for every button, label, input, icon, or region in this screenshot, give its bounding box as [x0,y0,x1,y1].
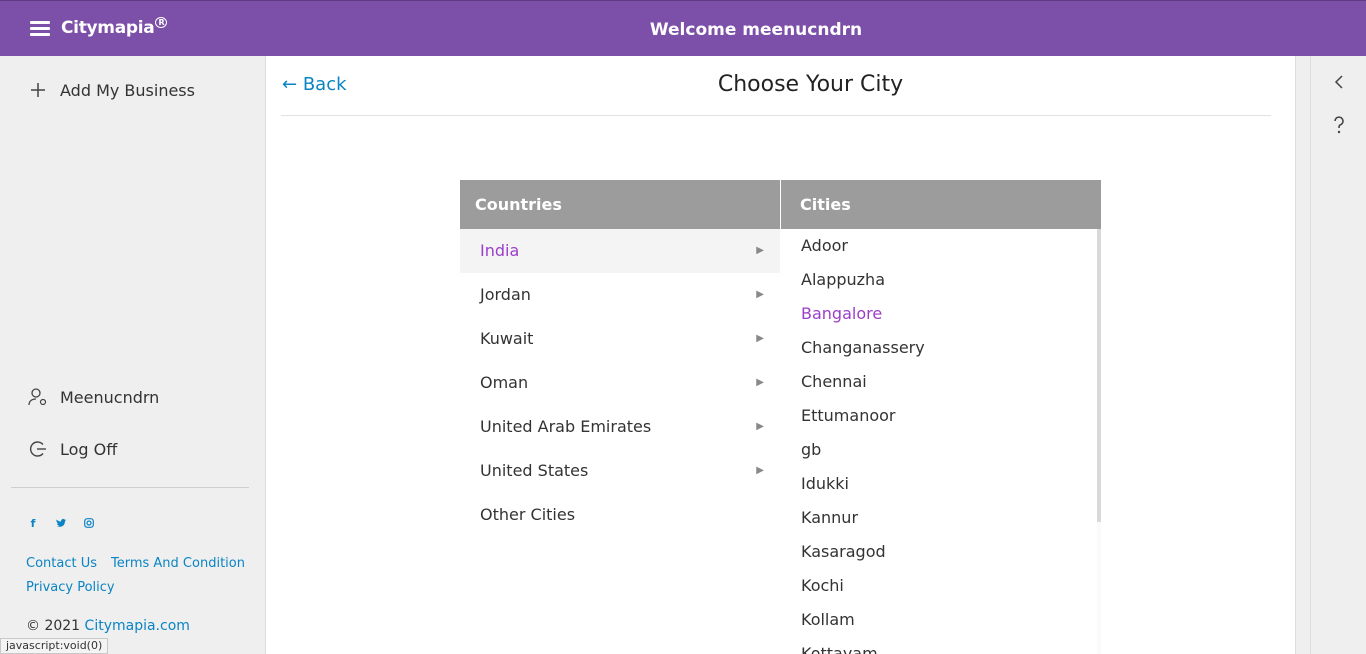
city-item[interactable]: Adoor [781,229,1101,263]
country-label: United States [480,461,589,480]
social-links: f [27,518,95,530]
country-item[interactable]: Other Cities [460,493,780,537]
country-label: Jordan [480,285,531,304]
main-panel: ← Back Choose Your City Countries Cities… [265,56,1296,654]
user-profile-link[interactable]: Meenucndrn [28,387,159,407]
copyright: © 2021 Citymapia.com [26,618,190,634]
country-label: United Arab Emirates [480,417,652,436]
country-item[interactable]: United States ▶ [460,449,780,493]
right-rail [1310,56,1366,654]
cities-items: Adoor Alappuzha Bangalore Changanassery Chen… [781,229,1101,654]
twitter-icon[interactable] [55,518,67,530]
country-label: Other Cities [480,505,576,524]
country-item[interactable]: India ▶ [460,229,780,273]
city-item[interactable]: Kannur [781,501,1101,535]
city-item[interactable]: Idukki [781,467,1101,501]
city-item[interactable]: Alappuzha [781,263,1101,297]
add-business-label: Add My Business [60,80,195,100]
city-item[interactable]: Kollam [781,603,1101,637]
help-question-icon[interactable] [1327,116,1351,140]
logoff-link[interactable]: Log Off [28,439,117,459]
country-label: Oman [480,373,529,392]
cities-header: Cities [781,180,1101,229]
user-settings-icon [28,387,48,407]
city-item[interactable]: Changanassery [781,331,1101,365]
city-item[interactable]: Bangalore [781,297,1101,331]
citymapia-link[interactable]: Citymapia.com [85,618,190,634]
country-item[interactable]: Jordan ▶ [460,273,780,317]
caret-right-icon: ▶ [756,289,764,300]
contact-us-link[interactable]: Contact Us [26,556,97,571]
caret-right-icon: ▶ [756,377,764,388]
page-title: Choose Your City [717,72,904,97]
caret-right-icon: ▶ [756,245,764,256]
caret-right-icon: ▶ [756,333,764,344]
city-item[interactable]: Kochi [781,569,1101,603]
countries-list: India ▶ Jordan ▶ Kuwait ▶ Oman ▶ United Arab Emi… [460,229,780,537]
status-bar: javascript:void(0) [0,638,109,654]
copyright-prefix: © 2021 [26,618,81,634]
city-item[interactable]: Kasaragod [781,535,1101,569]
title-divider [281,115,1271,116]
city-picker: Countries Cities India ▶ Jordan ▶ Kuwait ▶ Oma… [460,180,1101,654]
cities-scrollbar-thumb[interactable] [1097,229,1101,522]
terms-link[interactable]: Terms And Condition [111,556,245,571]
facebook-icon[interactable]: f [27,518,39,530]
caret-right-icon: ▶ [756,465,764,476]
add-business-link[interactable]: Add My Business [28,80,195,100]
country-item[interactable]: Kuwait ▶ [460,317,780,361]
country-item[interactable]: United Arab Emirates ▶ [460,405,780,449]
cities-list: Adoor Alappuzha Bangalore Changanassery Chen… [781,229,1101,654]
city-item[interactable]: Kottayam [781,637,1101,654]
country-label: India [480,241,520,260]
top-bar: Citymapia R Welcome meenucndrn [0,0,1366,56]
welcome-text: Welcome meenucndrn [649,20,863,40]
caret-right-icon: ▶ [756,421,764,432]
city-item[interactable]: gb [781,433,1101,467]
country-item[interactable]: Oman ▶ [460,361,780,405]
countries-header: Countries [460,180,780,229]
instagram-icon[interactable] [83,518,95,530]
user-name-label: Meenucndrn [60,387,160,407]
logoff-label: Log Off [60,439,118,459]
country-label: Kuwait [480,329,534,348]
sidebar: Add My Business Meenucndrn Log Off f Con… [0,56,260,654]
plus-icon [28,80,48,100]
privacy-link[interactable]: Privacy Policy [26,580,115,595]
city-item[interactable]: Ettumanoor [781,399,1101,433]
logout-icon [28,439,48,459]
sidebar-divider [11,487,249,488]
city-item[interactable]: Chennai [781,365,1101,399]
collapse-chevron-left-icon[interactable] [1327,74,1351,98]
